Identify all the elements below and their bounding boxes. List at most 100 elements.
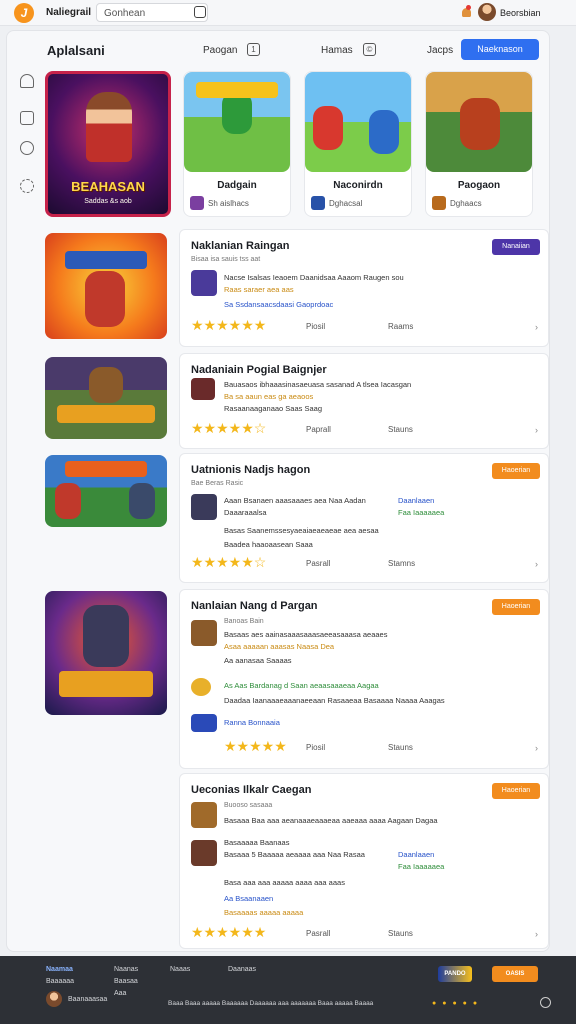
row-4-action-1[interactable]: Piosil [306,743,325,752]
row-5-action-1[interactable]: Pasrall [306,929,330,938]
chevron-right-icon[interactable]: › [535,743,538,753]
close-icon[interactable] [540,997,551,1008]
footer-col-2-item-1[interactable]: Baasaa [114,978,138,985]
footer-col-2-head[interactable]: Naanas [114,966,138,973]
row-2-thumbnail[interactable] [45,357,167,439]
featured-main-card[interactable]: BEAHASAN Saddas &s aob [45,71,171,217]
user-name[interactable]: Beorsbian [500,8,541,18]
row-5-game-icon-2 [191,840,217,866]
row-4-thumbnail[interactable] [45,591,167,715]
palette-icon[interactable] [20,141,34,155]
row-3-thumbnail[interactable] [45,455,167,527]
row-2-line-1: Bauasaos ibhaaasinasaeuasa sasanad A tls… [224,380,412,389]
footer-avatar[interactable] [46,991,62,1007]
featured-card-3-image [426,72,532,172]
row-1-game-icon [191,270,217,296]
top-app-bar: J Naliegrail Gonhean Beorsbian [0,0,576,26]
chevron-right-icon[interactable]: › [535,425,538,435]
row-4-blue-line: Ranna Bonnaaia [224,718,280,727]
gear-icon[interactable] [20,179,34,193]
main-panel: Aplalsani Paogan 1 Hamas © Jacps Naeknas… [6,30,550,952]
row-4-title: Nanlaian Nang d Pargan [191,600,318,612]
brand-icon [191,714,217,732]
row-1-subtitle: Bisaa isa sauis tss aat [191,256,261,263]
row-2-action-1[interactable]: Paprall [306,425,331,434]
row-1-thumbnail[interactable] [45,233,167,339]
row-3-action-2[interactable]: Stamns [388,559,415,568]
row-3-game-icon [191,494,217,520]
primary-button[interactable]: Naeknason [461,39,539,60]
partner-logo-1[interactable]: PANDO [438,966,472,982]
document-icon[interactable] [20,111,34,125]
row-4-line-1: Basaas aes aainasaaasaaasaeeasaaasa aeaa… [224,630,388,639]
row-5-line-4: Basa aaa aaa aaaaa aaaa aaa aaas [224,878,345,887]
filter-label-3[interactable]: Jacps [427,45,453,56]
row-3-badge[interactable]: Haoerian [492,463,540,479]
row-4-line-3: Asaa aaaaan aaasas Naasa Dea [224,642,335,651]
footer-col-3-head[interactable]: Naaas [170,966,190,973]
character-sprite [222,92,252,134]
row-1-action-2[interactable]: Raams [388,322,413,331]
row-5-game-icon [191,802,217,828]
footer-col-2-item-2[interactable]: Aaa [114,990,126,997]
featured-card-3[interactable]: Paogaon Dghaacs [425,71,533,217]
row-2-game-icon [191,378,215,400]
row-3-action-1[interactable]: Pasrall [306,559,330,568]
row-4-badge[interactable]: Haoerian [492,599,540,615]
row-2-line-2: Ba sa aaun eas ga aeaoos [224,392,314,401]
filter-icon-1[interactable]: 1 [247,43,260,56]
search-icon[interactable] [194,6,206,18]
row-1-rating-stars: ★★★★★★ [191,317,267,333]
partner-logo-2[interactable]: OASIS [492,966,538,982]
chevron-right-icon[interactable]: › [535,929,538,939]
row-3-blue-label: Daanlaaen [398,496,435,505]
footer-col-1-sub[interactable]: Baaaaaa [46,978,74,985]
row-5-subtitle: Buooso sasaaa [224,802,273,809]
row-4-line-4: Daadaa Iaanaaaeaaanaeeaan Rasaaeaa Basaa… [224,696,445,705]
row-3-green-label: Faa Iaaaaaea [398,508,445,517]
row-4-action-2[interactable]: Stauns [388,743,413,752]
character-sprite [83,605,129,667]
person-icon[interactable] [20,74,34,88]
row-3-title: Uatnionis Nadjs hagon [191,464,311,476]
row-5-line-3: Basaaa 5 Baaaaa aeaaaa aaa Naa Rasaa [224,850,365,859]
row-4-card[interactable]: Nanlaian Nang d Pargan Haoerian Banoas B… [179,589,549,769]
footer-col-4-head[interactable]: Daanaas [228,966,256,973]
row-4-rating-stars: ★★★★★ [224,738,287,754]
featured-card-1[interactable]: Dadgain Sh aislhacs [183,71,291,217]
row-2-action-2[interactable]: Stauns [388,425,413,434]
character-sprite [369,110,399,154]
footer-user-name[interactable]: Baanaaasaa [68,996,107,1003]
chevron-right-icon[interactable]: › [535,322,538,332]
filter-icon-2[interactable]: © [363,43,376,56]
row-1-badge[interactable]: Nanaiian [492,239,540,255]
trophy-icon [191,678,211,696]
row-1-card[interactable]: Naklanian Raingan Nanaiian Bisaa isa sau… [179,229,549,347]
game-logo-banner [65,251,147,269]
row-5-action-2[interactable]: Stauns [388,929,413,938]
row-2-card[interactable]: Nadaniain Pogial Baignjer Bauasaos ibhaa… [179,353,549,449]
footer: Naamaa Baaaaaa Naanas Baasaa Aaa Naaas D… [0,956,576,1024]
notification-dot [466,5,471,10]
character-sprite [129,483,155,519]
user-avatar[interactable] [478,3,496,21]
row-3-line-4: Baadea haaoaasean Saaa [224,540,313,549]
row-2-line-3: Rasaanaaganaao Saas Saag [224,404,322,413]
footer-col-1-head[interactable]: Naamaa [46,966,73,973]
row-5-title: Ueconias Ilkalr Caegan [191,784,312,796]
chevron-right-icon[interactable]: › [535,559,538,569]
row-1-title: Naklanian Raingan [191,240,290,252]
row-1-action-1[interactable]: Piosil [306,322,325,331]
app-logo[interactable]: J [14,3,34,23]
row-5-badge[interactable]: Haoerian [492,783,540,799]
filter-label-2[interactable]: Hamas [321,45,353,56]
row-3-subtitle: Bae Beras Rasic [191,480,244,487]
row-3-card[interactable]: Uatnionis Nadjs hagon Haoerian Bae Beras… [179,453,549,583]
featured-card-2[interactable]: Naconirdn Dghacsal [304,71,412,217]
search-input[interactable]: Gonhean [96,3,208,22]
notification-bell-icon[interactable] [460,5,474,19]
row-5-card[interactable]: Ueconias Ilkalr Caegan Haoerian Buooso s… [179,773,549,949]
app-name: Naliegrail [46,7,92,18]
social-icons[interactable]: ●●●●● [432,1000,483,1007]
filter-label-1[interactable]: Paogan [203,45,237,56]
